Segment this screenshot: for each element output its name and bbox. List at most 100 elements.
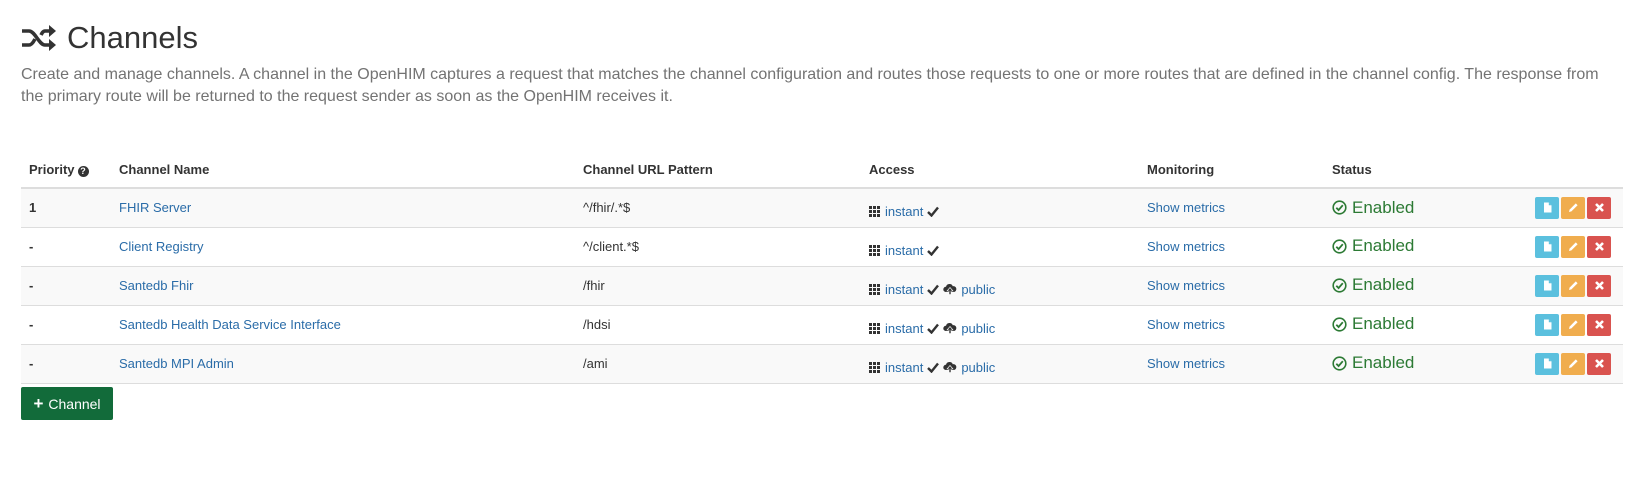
delete-channel-button[interactable] — [1587, 196, 1611, 219]
access-role-link[interactable]: instant — [885, 204, 923, 219]
url-pattern-cell: /hdsi — [575, 305, 861, 345]
row-actions — [1532, 313, 1615, 336]
url-pattern-cell: /fhir — [575, 266, 861, 306]
close-icon — [1594, 281, 1604, 290]
access-role-link[interactable]: instant — [885, 321, 923, 336]
actions-cell — [1524, 227, 1623, 267]
status-cell: Enabled — [1324, 305, 1524, 345]
access-public-link[interactable]: public — [961, 360, 995, 375]
status-label: Enabled — [1352, 275, 1415, 295]
pencil-icon — [1568, 359, 1578, 368]
status-cell: Enabled — [1324, 344, 1524, 384]
table-row: - Santedb MPI Admin/ami instant public Show … — [21, 344, 1623, 384]
page-header: Channels — [21, 18, 198, 58]
check-icon — [927, 245, 940, 256]
edit-channel-button[interactable] — [1561, 313, 1585, 336]
question-circle-icon[interactable]: ? — [77, 165, 89, 177]
delete-channel-button[interactable] — [1587, 235, 1611, 258]
priority-value: - — [29, 239, 34, 254]
access-group: instant public — [869, 321, 995, 336]
access-cell: instant — [861, 188, 1139, 228]
status-cell: Enabled — [1324, 188, 1524, 228]
check-circle-icon — [1332, 239, 1347, 254]
monitoring-cell: Show metrics — [1139, 344, 1324, 384]
add-channel-label: Channel — [48, 395, 101, 412]
access-role-link[interactable]: instant — [885, 282, 923, 297]
channels-page: Channels Create and manage channels. A c… — [0, 0, 1635, 479]
url-pattern-cell: ^/fhir/.*$ — [575, 188, 861, 228]
shuffle-icon — [22, 25, 56, 51]
delete-channel-button[interactable] — [1587, 352, 1611, 375]
priority-value: - — [29, 356, 34, 371]
view-channel-button[interactable] — [1535, 313, 1559, 336]
monitoring-cell: Show metrics — [1139, 305, 1324, 345]
close-icon — [1594, 242, 1604, 251]
show-metrics-link[interactable]: Show metrics — [1147, 356, 1225, 371]
channel-name-link[interactable]: Santedb MPI Admin — [119, 356, 234, 371]
access-group: instant — [869, 204, 940, 219]
column-header-url-pattern: Channel URL Pattern — [575, 151, 861, 189]
row-actions — [1532, 274, 1615, 297]
actions-cell — [1524, 305, 1623, 345]
check-icon — [927, 362, 940, 373]
access-cell: instant public — [861, 305, 1139, 345]
pencil-icon — [1568, 320, 1578, 329]
view-channel-button[interactable] — [1535, 235, 1559, 258]
view-channel-button[interactable] — [1535, 274, 1559, 297]
show-metrics-link[interactable]: Show metrics — [1147, 239, 1225, 254]
close-icon — [1594, 359, 1604, 368]
channels-table: Priority? Channel Name Channel URL Patte… — [21, 151, 1623, 384]
monitoring-cell: Show metrics — [1139, 188, 1324, 228]
show-metrics-link[interactable]: Show metrics — [1147, 200, 1225, 215]
check-circle-icon — [1332, 317, 1347, 332]
access-role-link[interactable]: instant — [885, 243, 923, 258]
access-public-link[interactable]: public — [961, 321, 995, 336]
edit-channel-button[interactable] — [1561, 196, 1585, 219]
show-metrics-link[interactable]: Show metrics — [1147, 278, 1225, 293]
table-header-row: Priority? Channel Name Channel URL Patte… — [21, 151, 1623, 189]
add-channel-button[interactable]: + Channel — [21, 387, 113, 420]
channel-name-link[interactable]: Client Registry — [119, 239, 204, 254]
access-group: instant public — [869, 360, 995, 375]
file-icon — [1543, 280, 1551, 291]
access-public-link[interactable]: public — [961, 282, 995, 297]
show-metrics-link[interactable]: Show metrics — [1147, 317, 1225, 332]
column-header-access: Access — [861, 151, 1139, 189]
edit-channel-button[interactable] — [1561, 235, 1585, 258]
status-label: Enabled — [1352, 236, 1415, 256]
th-grid-icon — [869, 283, 880, 295]
status-cell: Enabled — [1324, 266, 1524, 306]
access-cell: instant public — [861, 344, 1139, 384]
priority-value: 1 — [29, 200, 37, 216]
row-actions — [1532, 352, 1615, 375]
monitoring-cell: Show metrics — [1139, 266, 1324, 306]
file-icon — [1543, 319, 1551, 330]
close-icon — [1594, 203, 1604, 213]
access-group: instant public — [869, 282, 995, 297]
column-header-priority: Priority? — [21, 151, 111, 189]
th-grid-icon — [869, 361, 880, 373]
actions-cell — [1524, 188, 1623, 228]
edit-channel-button[interactable] — [1561, 352, 1585, 375]
edit-channel-button[interactable] — [1561, 274, 1585, 297]
cloud-upload-icon — [943, 323, 957, 334]
channel-name-link[interactable]: Santedb Health Data Service Interface — [119, 317, 341, 332]
pencil-icon — [1568, 281, 1578, 290]
view-channel-button[interactable] — [1535, 352, 1559, 375]
column-header-status: Status — [1324, 151, 1524, 189]
table-row: - Santedb Health Data Service Interface/h… — [21, 305, 1623, 345]
priority-cell: - — [21, 266, 111, 306]
row-actions — [1532, 235, 1615, 258]
channel-name-cell: Santedb MPI Admin — [111, 344, 575, 384]
url-pattern-cell: /ami — [575, 344, 861, 384]
delete-channel-button[interactable] — [1587, 274, 1611, 297]
status-cell: Enabled — [1324, 227, 1524, 267]
priority-value: - — [29, 317, 34, 332]
view-channel-button[interactable] — [1535, 196, 1559, 219]
check-circle-icon — [1332, 200, 1347, 215]
delete-channel-button[interactable] — [1587, 313, 1611, 336]
access-group: instant — [869, 243, 940, 258]
channel-name-link[interactable]: FHIR Server — [119, 200, 191, 215]
access-role-link[interactable]: instant — [885, 360, 923, 375]
channel-name-link[interactable]: Santedb Fhir — [119, 278, 193, 293]
